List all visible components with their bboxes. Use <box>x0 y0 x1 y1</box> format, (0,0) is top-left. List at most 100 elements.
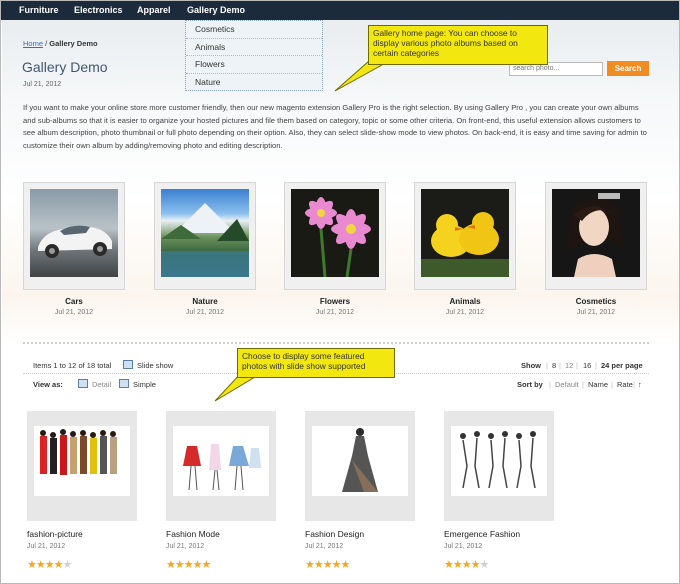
star-icon: ★ <box>166 559 176 571</box>
simple-view-icon[interactable] <box>119 379 129 388</box>
album-thumb-cars[interactable] <box>23 182 125 290</box>
star-icon: ★ <box>479 559 490 571</box>
page-date: Jul 21, 2012 <box>23 81 62 88</box>
featured-thumb-fashion-mode[interactable] <box>166 411 276 521</box>
star-icon: ★ <box>201 559 212 571</box>
album-thumb-nature[interactable] <box>154 182 256 290</box>
rating-stars-fashion-design: ★★★★★ <box>305 558 351 571</box>
mountain-icon <box>161 203 249 277</box>
album-label-cosmetics[interactable]: Cosmetics <box>545 297 647 306</box>
album-thumb-cosmetics[interactable] <box>545 182 647 290</box>
album-thumb-flowers[interactable] <box>284 182 386 290</box>
star-icon: ★ <box>461 559 472 571</box>
album-date-flowers: Jul 21, 2012 <box>315 309 355 316</box>
silhouettes-icon <box>460 431 536 489</box>
items-count-text: Items 1 to 12 of 18 total <box>33 361 112 370</box>
callout-top: Gallery home page: You can choose to dis… <box>368 25 548 65</box>
star-icon: ★ <box>62 559 73 571</box>
dropdown-item-cosmetics[interactable]: Cosmetics <box>186 21 322 39</box>
featured-date-emergence-fashion: Jul 21, 2012 <box>444 543 483 550</box>
rating-stars-fashion-mode: ★★★★★ <box>166 558 212 571</box>
star-icon: ★ <box>35 559 46 571</box>
top-nav: Furniture Electronics Apparel Gallery De… <box>1 1 679 20</box>
star-icon: ★ <box>27 559 37 571</box>
star-icon: ★ <box>452 559 463 571</box>
star-icon: ★ <box>340 559 351 571</box>
duckling-icon <box>421 212 509 277</box>
star-icon: ★ <box>183 559 194 571</box>
album-label-flowers[interactable]: Flowers <box>284 297 386 306</box>
album-thumb-animals[interactable] <box>414 182 516 290</box>
dropdown-item-animals[interactable]: Animals <box>186 39 322 56</box>
gallery-dropdown-menu: Cosmetics Animals Flowers Nature <box>185 20 323 91</box>
fashion-models-icon <box>40 429 117 475</box>
animals-photo <box>421 189 509 277</box>
album-label-animals[interactable]: Animals <box>414 297 516 306</box>
breadcrumb-home-link[interactable]: Home <box>23 39 43 48</box>
show-option-8[interactable]: 8 <box>552 361 556 370</box>
sort-option-default[interactable]: Default <box>555 380 579 389</box>
star-icon: ★ <box>44 559 55 571</box>
breadcrumb-current: Gallery Demo <box>49 39 98 48</box>
star-icon: ★ <box>174 559 185 571</box>
featured-name-fashion-picture[interactable]: fashion-picture <box>27 529 83 539</box>
show-option-24[interactable]: 24 per page <box>601 361 643 370</box>
featured-name-fashion-design[interactable]: Fashion Design <box>305 529 364 539</box>
gallery-description: If you want to make your online store mo… <box>23 103 647 150</box>
callout-top-pointer <box>334 61 391 92</box>
car-icon <box>38 225 112 258</box>
fashion-sketch-icon <box>183 444 261 491</box>
star-icon: ★ <box>331 559 342 571</box>
star-icon: ★ <box>444 559 454 571</box>
featured-name-fashion-mode[interactable]: Fashion Mode <box>166 529 220 539</box>
star-icon: ★ <box>305 559 315 571</box>
album-date-cars: Jul 21, 2012 <box>54 309 94 316</box>
nav-item-furniture[interactable]: Furniture <box>19 5 59 15</box>
simple-view-link[interactable]: Simple <box>133 380 156 389</box>
detail-view-link[interactable]: Detail <box>92 380 111 389</box>
fashion-picture-photo <box>34 426 130 496</box>
detail-view-icon[interactable] <box>78 379 88 388</box>
show-option-16[interactable]: 16 <box>583 361 591 370</box>
slideshow-link[interactable]: Slide show <box>137 361 173 370</box>
nav-item-electronics[interactable]: Electronics <box>74 5 123 15</box>
sort-option-rate[interactable]: Rate <box>617 380 633 389</box>
emergence-fashion-photo <box>451 426 547 496</box>
featured-thumb-fashion-picture[interactable] <box>27 411 137 521</box>
sort-by-label: Sort by <box>517 380 543 389</box>
sort-direction-arrow[interactable]: ↑ <box>638 380 642 389</box>
dropdown-item-flowers[interactable]: Flowers <box>186 56 322 74</box>
star-icon: ★ <box>192 559 203 571</box>
album-label-cars[interactable]: Cars <box>23 297 125 306</box>
page-title: Gallery Demo <box>22 59 108 75</box>
featured-date-fashion-mode: Jul 21, 2012 <box>166 543 205 550</box>
portrait-icon <box>566 193 624 277</box>
breadcrumb: Home / Gallery Demo <box>23 39 98 48</box>
show-option-12[interactable]: 12 <box>565 361 573 370</box>
flower-icon <box>305 197 371 278</box>
dropdown-item-nature[interactable]: Nature <box>186 74 322 92</box>
featured-name-emergence-fashion[interactable]: Emergence Fashion <box>444 529 520 539</box>
flowers-photo <box>291 189 379 278</box>
cars-photo <box>30 189 118 277</box>
rating-stars-emergence-fashion: ★★★★★ <box>444 558 490 571</box>
rating-stars-fashion-picture: ★★★★★ <box>27 558 73 571</box>
gown-sketch-icon <box>342 428 378 492</box>
featured-thumb-fashion-design[interactable] <box>305 411 415 521</box>
nav-item-gallery-demo[interactable]: Gallery Demo <box>187 5 245 15</box>
star-icon: ★ <box>322 559 333 571</box>
featured-date-fashion-design: Jul 21, 2012 <box>305 543 344 550</box>
search-button[interactable]: Search <box>607 61 649 76</box>
album-label-nature[interactable]: Nature <box>154 297 256 306</box>
star-icon: ★ <box>313 559 324 571</box>
slideshow-icon[interactable] <box>123 360 133 369</box>
nav-item-apparel[interactable]: Apparel <box>137 5 171 15</box>
featured-date-fashion-picture: Jul 21, 2012 <box>27 543 66 550</box>
screenshot-frame: Furniture Electronics Apparel Gallery De… <box>0 0 680 584</box>
cosmetics-photo <box>552 189 640 277</box>
sort-option-name[interactable]: Name <box>588 380 608 389</box>
show-label: Show <box>521 361 541 370</box>
star-icon: ★ <box>53 559 64 571</box>
featured-thumb-emergence-fashion[interactable] <box>444 411 554 521</box>
star-icon: ★ <box>470 559 481 571</box>
